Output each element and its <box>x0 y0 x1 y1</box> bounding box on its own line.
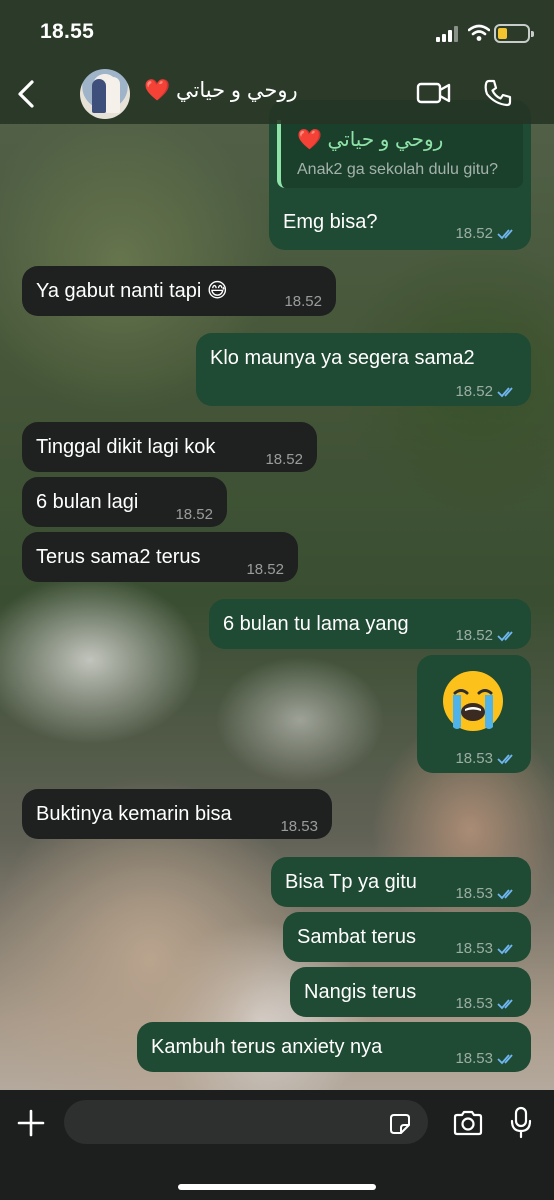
message-meta: 18.52 <box>246 558 284 582</box>
sticker-icon[interactable] <box>388 1112 412 1136</box>
message-text: Nangis terus <box>304 981 417 1003</box>
message-bubble-outgoing[interactable]: 18.53 <box>417 655 531 773</box>
loudly-crying-face-icon <box>443 671 503 731</box>
back-chevron-icon[interactable] <box>14 78 42 110</box>
message-time: 18.53 <box>455 1050 493 1067</box>
read-receipt-icon <box>497 229 513 240</box>
message-meta: 18.53 <box>455 882 517 906</box>
read-receipt-icon <box>497 387 513 398</box>
plus-icon[interactable] <box>16 1108 46 1138</box>
message-text: Buktinya kemarin bisa <box>36 803 232 825</box>
read-receipt-icon <box>497 631 513 642</box>
reply-quote[interactable]: ❤️ روحي و حياتي Anak2 ga sekolah dulu gi… <box>277 120 523 188</box>
message-meta: 18.52 <box>455 624 517 648</box>
microphone-icon[interactable] <box>510 1106 532 1140</box>
message-composer-bar <box>0 1090 554 1200</box>
message-meta: 18.52 <box>265 448 303 472</box>
read-receipt-icon <box>497 889 513 900</box>
reply-quote-text: Anak2 ga sekolah dulu gitu? <box>297 161 499 178</box>
message-meta: 18.52 <box>175 503 213 527</box>
message-bubble-incoming[interactable]: Terus sama2 terus 18.52 <box>22 532 298 582</box>
message-bubble-incoming[interactable]: Ya gabut nanti tapi 😅 18.52 <box>22 266 336 316</box>
read-receipt-icon <box>497 944 513 955</box>
message-text: Klo maunya ya segera sama2 <box>210 347 475 369</box>
message-bubble-incoming[interactable]: Buktinya kemarin bisa 18.53 <box>22 789 332 839</box>
message-time: 18.52 <box>175 506 213 523</box>
contact-name[interactable]: ❤️ روحي و حياتي <box>144 78 298 103</box>
contact-avatar[interactable] <box>80 69 130 119</box>
message-time: 18.52 <box>265 451 303 468</box>
message-bubble-outgoing[interactable]: Nangis terus 18.53 <box>290 967 531 1017</box>
message-input[interactable] <box>64 1100 428 1144</box>
chat-header: 18.55 ❤️ روحي و حياتي <box>0 0 554 124</box>
message-meta: 18.52 <box>284 290 322 314</box>
message-time: 18.53 <box>280 818 318 835</box>
message-bubble-outgoing[interactable]: Bisa Tp ya gitu 18.53 <box>271 857 531 907</box>
wifi-icon <box>468 24 490 41</box>
message-time: 18.53 <box>455 750 493 767</box>
message-bubble-incoming[interactable]: Tinggal dikit lagi kok 18.52 <box>22 422 317 472</box>
message-bubble-outgoing[interactable]: Klo maunya ya segera sama2 18.52 <box>196 333 531 406</box>
message-text: Kambuh terus anxiety nya <box>151 1036 383 1058</box>
message-text: Tinggal dikit lagi kok <box>36 436 216 458</box>
message-bubble-outgoing[interactable]: Sambat terus 18.53 <box>283 912 531 962</box>
status-bar-time: 18.55 <box>40 20 95 43</box>
message-text: 6 bulan lagi <box>36 491 139 513</box>
message-meta: 18.53 <box>280 815 318 839</box>
message-text: Bisa Tp ya gitu <box>285 871 417 893</box>
home-indicator <box>178 1184 376 1190</box>
message-meta: 18.52 <box>455 380 517 404</box>
read-receipt-icon <box>497 754 513 765</box>
message-time: 18.52 <box>246 561 284 578</box>
message-time: 18.53 <box>455 995 493 1012</box>
message-text: 6 bulan tu lama yang <box>223 613 409 635</box>
message-text: Sambat terus <box>297 926 416 948</box>
message-time: 18.53 <box>455 940 493 957</box>
battery-icon <box>494 24 534 43</box>
message-time: 18.52 <box>455 383 493 400</box>
read-receipt-icon <box>497 1054 513 1065</box>
message-list[interactable]: ❤️ روحي و حياتي Anak2 ga sekolah dulu gi… <box>0 0 554 1200</box>
message-meta: 18.53 <box>455 747 517 771</box>
message-text: Emg bisa? <box>283 211 378 233</box>
message-bubble-outgoing[interactable]: Kambuh terus anxiety nya 18.53 <box>137 1022 531 1072</box>
message-meta: 18.53 <box>455 992 517 1016</box>
video-call-icon[interactable] <box>416 80 452 106</box>
heart-emoji: ❤️ <box>144 79 171 102</box>
message-time: 18.52 <box>284 293 322 310</box>
message-bubble-incoming[interactable]: 6 bulan lagi 18.52 <box>22 477 227 527</box>
message-text: Terus sama2 terus <box>36 546 201 568</box>
contact-name-text: روحي و حياتي <box>176 79 298 102</box>
read-receipt-icon <box>497 999 513 1010</box>
message-time: 18.53 <box>455 885 493 902</box>
message-meta: 18.53 <box>455 937 517 961</box>
message-time: 18.52 <box>455 627 493 644</box>
voice-call-icon[interactable] <box>483 78 513 108</box>
reply-quote-author: ❤️ روحي و حياتي <box>297 129 444 151</box>
message-time: 18.52 <box>455 225 493 242</box>
message-meta: 18.52 <box>455 222 517 246</box>
camera-icon[interactable] <box>452 1110 484 1136</box>
message-meta: 18.53 <box>455 1047 517 1071</box>
message-text: Ya gabut nanti tapi 😅 <box>36 280 228 302</box>
cellular-signal-icon <box>436 26 460 42</box>
message-bubble-outgoing[interactable]: 6 bulan tu lama yang 18.52 <box>209 599 531 649</box>
